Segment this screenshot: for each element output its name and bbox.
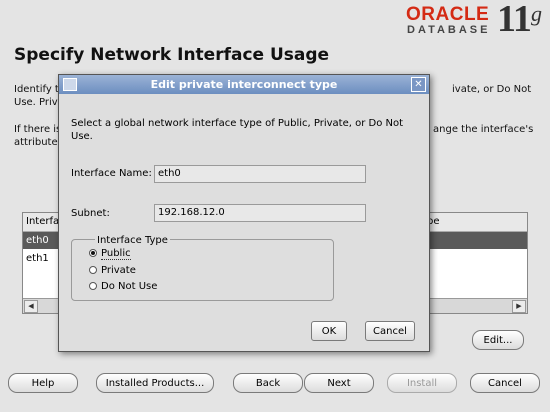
description-line-4: attribute <box>14 137 58 148</box>
column-header-type[interactable]: pe <box>423 213 527 232</box>
interface-type-legend: Interface Type <box>95 235 170 246</box>
radio-private-label: Private <box>101 265 136 276</box>
dialog-title: Edit private interconnect type <box>150 78 338 91</box>
subnet-field[interactable]: 192.168.12.0 <box>154 204 366 222</box>
version-number: 11 <box>497 0 532 40</box>
radio-unselected-icon[interactable] <box>89 282 97 290</box>
description-line-1: Identify t <box>14 84 59 95</box>
scroll-left-icon[interactable]: ◀ <box>24 300 38 313</box>
installed-products-button[interactable]: Installed Products... <box>96 373 214 393</box>
back-button[interactable]: Back <box>233 373 303 393</box>
version-suffix: g <box>531 1 542 26</box>
subnet-label: Subnet: <box>71 208 110 219</box>
description-line-3-end: ange the interface's <box>433 124 534 135</box>
description-line-2: Use. Priv <box>14 97 58 108</box>
close-icon[interactable]: ✕ <box>411 77 426 92</box>
install-button[interactable]: Install <box>387 373 457 393</box>
radio-public-label: Public <box>101 248 131 260</box>
interface-name-field[interactable]: eth0 <box>154 165 366 183</box>
oracle-logo: ORACLE <box>406 4 490 25</box>
description-line-3: If there is <box>14 124 62 135</box>
dialog-cancel-button[interactable]: Cancel <box>365 321 415 341</box>
radio-unselected-icon[interactable] <box>89 266 97 274</box>
dialog-title-bar[interactable]: Edit private interconnect type ✕ <box>59 75 429 94</box>
dialog-instruction: Select a global network interface type o… <box>71 118 404 142</box>
database-wordmark: DATABASE <box>407 24 491 36</box>
window-icon <box>63 78 77 91</box>
scroll-right-icon[interactable]: ▶ <box>512 300 526 313</box>
help-button[interactable]: Help <box>8 373 78 393</box>
radio-public[interactable]: Public <box>89 247 131 261</box>
cancel-button[interactable]: Cancel <box>470 373 540 393</box>
radio-private[interactable]: Private <box>89 264 136 278</box>
description-line-1-end: ivate, or Do Not <box>452 84 532 95</box>
edit-button[interactable]: Edit... <box>472 330 524 350</box>
interface-name-label: Interface Name: <box>71 168 152 179</box>
radio-selected-icon[interactable] <box>89 249 97 257</box>
page-title: Specify Network Interface Usage <box>14 45 330 65</box>
edit-interconnect-dialog[interactable]: Edit private interconnect type ✕ Select … <box>58 74 430 352</box>
radio-do-not-use[interactable]: Do Not Use <box>89 280 157 294</box>
radio-do-not-use-label: Do Not Use <box>101 281 158 292</box>
next-button[interactable]: Next <box>304 373 374 393</box>
dialog-ok-button[interactable]: OK <box>311 321 347 341</box>
